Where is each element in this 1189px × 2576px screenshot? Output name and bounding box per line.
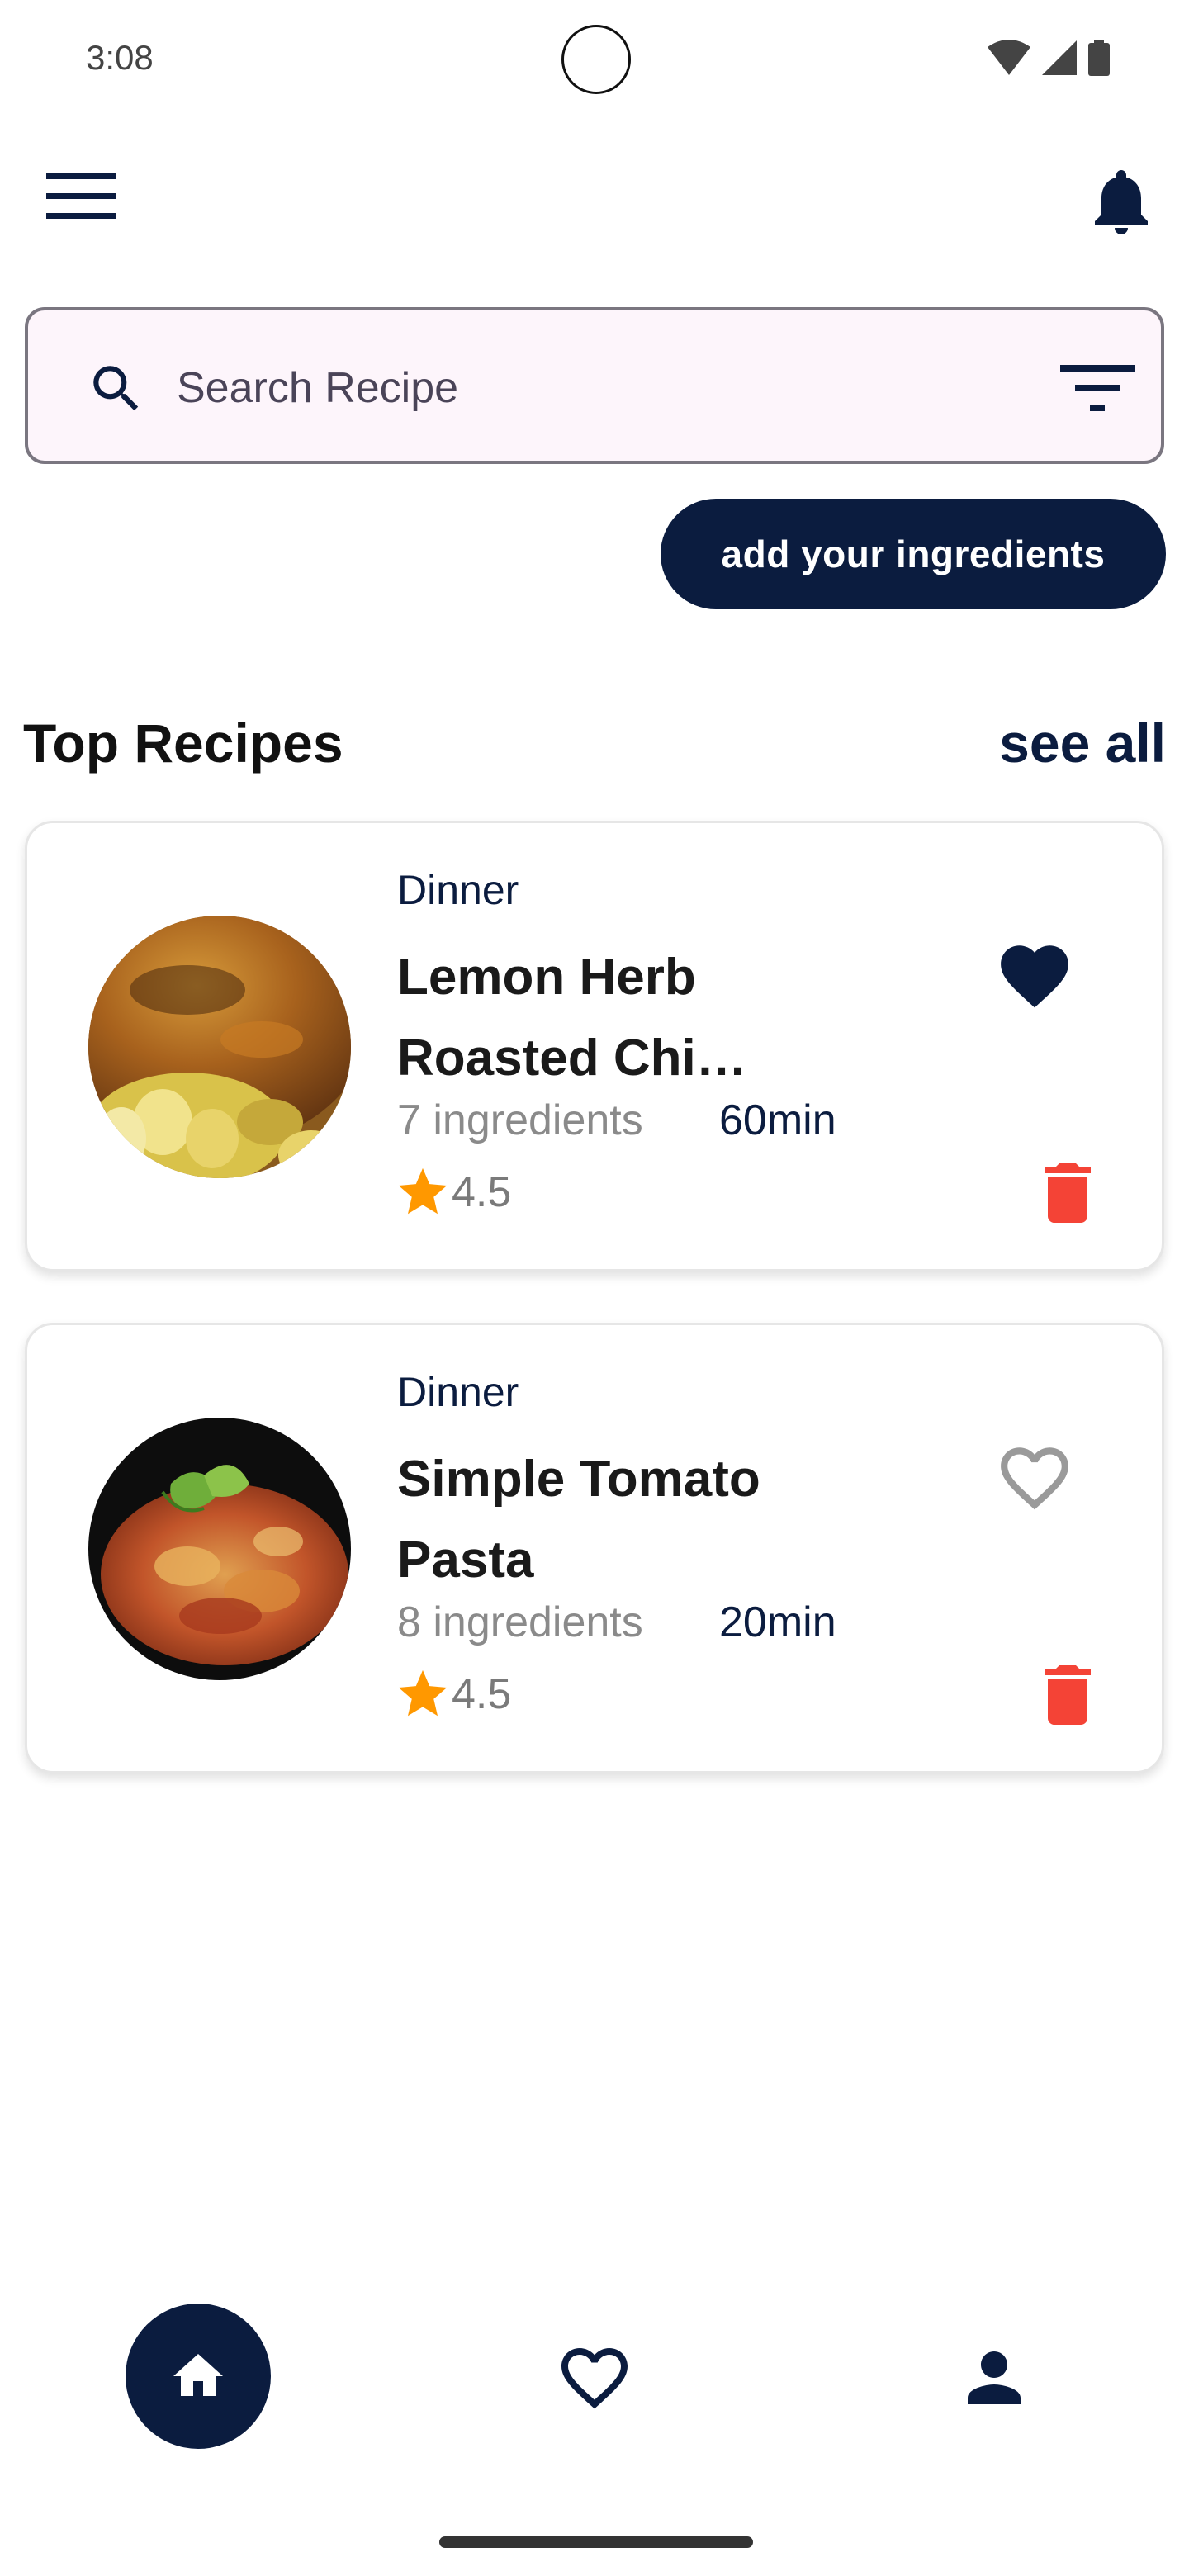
recipe-rating: 4.5 — [397, 1163, 511, 1221]
recipe-category: Dinner — [397, 1369, 519, 1415]
search-input[interactable] — [177, 347, 1002, 429]
nav-home-button[interactable] — [126, 2304, 271, 2449]
recipe-ingredients-count: 8 ingredients — [397, 1598, 643, 1646]
hamburger-menu-icon — [46, 173, 116, 219]
notifications-button[interactable] — [1082, 162, 1161, 241]
signal-icon — [1042, 40, 1077, 75]
delete-button[interactable] — [1043, 1163, 1092, 1223]
search-bar[interactable] — [25, 307, 1164, 464]
heart-filled-icon — [1001, 945, 1068, 1008]
heart-outline-icon — [1001, 1447, 1068, 1510]
recipe-category: Dinner — [397, 867, 519, 913]
delete-button[interactable] — [1043, 1665, 1092, 1725]
bottom-navigation — [0, 2279, 1189, 2493]
rating-value: 4.5 — [452, 1168, 512, 1216]
recipe-cook-time: 20min — [719, 1598, 836, 1646]
recipe-title: Lemon Herb Roasted Chi… — [397, 949, 747, 1087]
status-icons — [988, 40, 1110, 76]
see-all-link[interactable]: see all — [999, 712, 1166, 774]
trash-icon — [1045, 1665, 1091, 1725]
add-ingredients-button[interactable]: add your ingredients — [661, 499, 1166, 609]
search-icon[interactable] — [86, 358, 147, 419]
recipe-image — [88, 916, 351, 1178]
camera-cutout — [561, 25, 631, 94]
trash-icon — [1045, 1163, 1091, 1223]
star-icon — [398, 1669, 448, 1717]
heart-icon — [561, 2348, 628, 2409]
recipe-rating: 4.5 — [397, 1665, 511, 1723]
person-icon — [968, 2351, 1021, 2404]
status-time: 3:08 — [86, 38, 154, 77]
recipe-card[interactable]: Dinner Lemon Herb Roasted Chi… 7 ingredi… — [25, 821, 1164, 1271]
nav-profile-button[interactable] — [955, 2338, 1034, 2417]
recipe-image — [88, 1418, 351, 1680]
favorite-button[interactable] — [993, 1437, 1076, 1512]
recipe-title: Simple Tomato Pasta — [397, 1451, 760, 1589]
recipe-card[interactable]: Dinner Simple Tomato Pasta 8 ingredients… — [25, 1323, 1164, 1773]
home-indicator[interactable] — [439, 2536, 753, 2548]
bell-icon — [1095, 170, 1148, 234]
favorite-button[interactable] — [993, 935, 1076, 1010]
star-icon — [398, 1167, 448, 1215]
menu-button[interactable] — [46, 170, 116, 223]
rating-value: 4.5 — [452, 1670, 512, 1718]
filter-icon[interactable] — [1060, 360, 1135, 418]
battery-icon — [1088, 40, 1110, 76]
status-bar: 3:08 — [0, 0, 1189, 119]
section-title: Top Recipes — [23, 713, 343, 774]
nav-favorites-button[interactable] — [555, 2338, 634, 2417]
recipe-cook-time: 60min — [719, 1096, 836, 1144]
wifi-icon — [988, 40, 1030, 75]
recipe-ingredients-count: 7 ingredients — [397, 1096, 643, 1144]
home-icon — [173, 2354, 223, 2396]
